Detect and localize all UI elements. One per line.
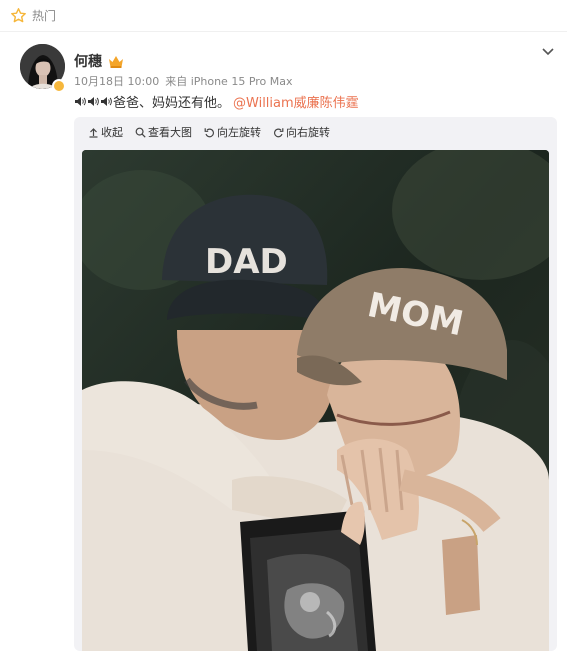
- speaker-icon: [87, 96, 99, 107]
- rotate-left-label: 向左旋转: [217, 126, 261, 139]
- rotate-left-icon: [204, 127, 215, 138]
- author-name[interactable]: 何穗: [74, 51, 102, 71]
- weibo-post-card: 何穗 10月18日 10:00 来自 iPhone 15 Pro Max 爸爸、…: [0, 32, 567, 651]
- star-icon: [10, 7, 27, 24]
- post-photo[interactable]: DAD MOM: [82, 150, 549, 651]
- mention-link[interactable]: @William威廉陈伟霆: [233, 92, 359, 111]
- magnifier-icon: [135, 127, 146, 138]
- post-source: 来自 iPhone 15 Pro Max: [165, 75, 293, 88]
- crown-icon: [108, 54, 124, 68]
- media-box: 收起 查看大图 向左旋转 向右旋转 DAD MOM: [74, 117, 557, 651]
- rotate-right-label: 向右旋转: [286, 126, 330, 139]
- speaker-icon: [74, 96, 86, 107]
- rotate-left-button[interactable]: 向左旋转: [204, 124, 261, 140]
- rotate-right-icon: [273, 127, 284, 138]
- post-text: 爸爸、妈妈还有他。 @William威廉陈伟霆: [74, 92, 359, 111]
- view-large-label: 查看大图: [148, 126, 192, 139]
- collapse-icon: [88, 127, 99, 138]
- image-toolbar: 收起 查看大图 向左旋转 向右旋转: [88, 124, 330, 140]
- chevron-down-icon[interactable]: [541, 42, 555, 56]
- post-meta: 10月18日 10:00 来自 iPhone 15 Pro Max: [74, 73, 293, 89]
- section-label: 热门: [32, 8, 57, 23]
- photo-illustration: DAD MOM: [82, 150, 549, 651]
- collapse-button[interactable]: 收起: [88, 124, 123, 140]
- view-large-button[interactable]: 查看大图: [135, 124, 192, 140]
- post-body: 爸爸、妈妈还有他。: [113, 96, 231, 111]
- collapse-label: 收起: [101, 126, 123, 139]
- rotate-right-button[interactable]: 向右旋转: [273, 124, 330, 140]
- verified-icon: [52, 79, 66, 93]
- cap-dad-text: DAD: [205, 242, 288, 282]
- speaker-icon: [100, 96, 112, 107]
- hot-header: 热门: [0, 0, 567, 30]
- post-date[interactable]: 10月18日 10:00: [74, 73, 159, 89]
- author-row: 何穗: [74, 51, 124, 71]
